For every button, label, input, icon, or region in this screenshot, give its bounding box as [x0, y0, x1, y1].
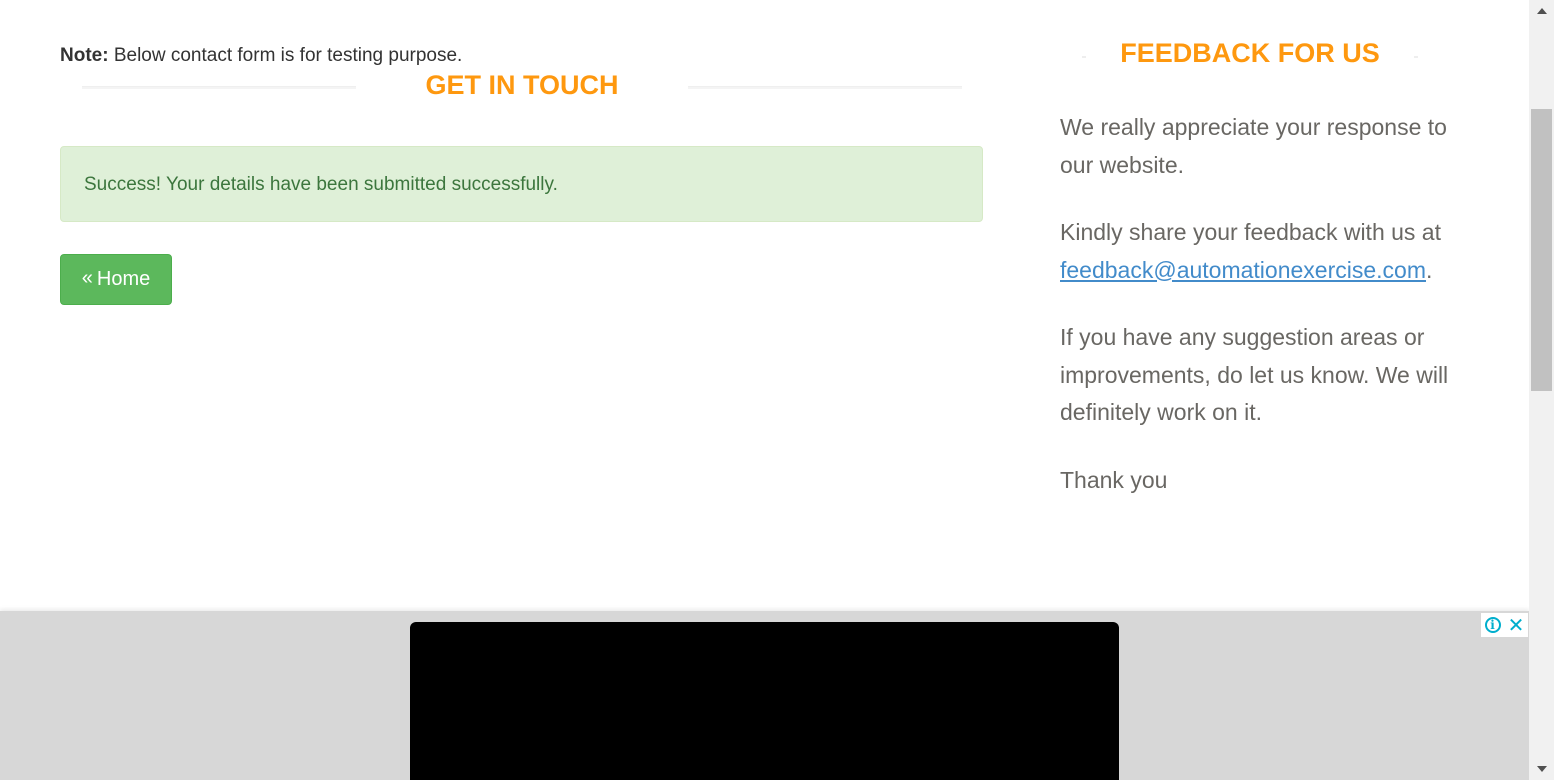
double-chevron-left-icon: « — [81, 267, 93, 289]
ad-banner: i ✕ — [0, 611, 1529, 780]
feedback-share-text: Kindly share your feedback with us at — [1060, 219, 1441, 245]
get-in-touch-title: Get In Touch — [425, 70, 619, 100]
page: Note: Below contact form is for testing … — [0, 0, 1554, 780]
vertical-scrollbar[interactable] — [1529, 0, 1554, 780]
feedback-paragraph: If you have any suggestion areas or impr… — [1060, 324, 1449, 425]
browser-viewport: Note: Below contact form is for testing … — [0, 0, 1529, 780]
ad-video[interactable] — [410, 622, 1119, 780]
scroll-down-button[interactable] — [1529, 758, 1554, 780]
arrow-down-icon — [1536, 766, 1547, 772]
close-icon[interactable]: ✕ — [1508, 615, 1525, 635]
arrow-up-icon — [1536, 8, 1547, 14]
testing-note: Note: Below contact form is for testing … — [60, 43, 462, 69]
feedback-paragraph: Kindly share your feedback with us at fee… — [1060, 214, 1460, 289]
feedback-email-link[interactable]: feedback@automationexercise.com — [1060, 257, 1426, 283]
feedback-body: We really appreciate your response to ou… — [1060, 109, 1460, 529]
home-button[interactable]: « Home — [60, 254, 172, 305]
feedback-thank-you: Thank you — [1060, 466, 1168, 493]
feedback-email-suffix: . — [1425, 256, 1433, 283]
scrollbar-thumb[interactable] — [1531, 109, 1552, 391]
feedback-paragraph: We really appreciate your response to ou… — [1060, 114, 1447, 178]
note-label: Note: — [60, 45, 109, 66]
feedback-title-block: Feedback For Us — [1080, 36, 1420, 74]
home-button-label: Home — [96, 268, 151, 290]
feedback-title: Feedback For Us — [1120, 38, 1380, 68]
ad-controls: i ✕ — [1481, 613, 1528, 637]
info-icon[interactable]: i — [1484, 617, 1501, 633]
get-in-touch-title-block: Get In Touch — [80, 68, 964, 104]
scroll-up-button[interactable] — [1529, 0, 1554, 22]
note-text: Below contact form is for testing purpos… — [108, 45, 463, 66]
success-message: Success! Your details have been submitte… — [84, 174, 558, 195]
success-alert: Success! Your details have been submitte… — [60, 146, 983, 222]
